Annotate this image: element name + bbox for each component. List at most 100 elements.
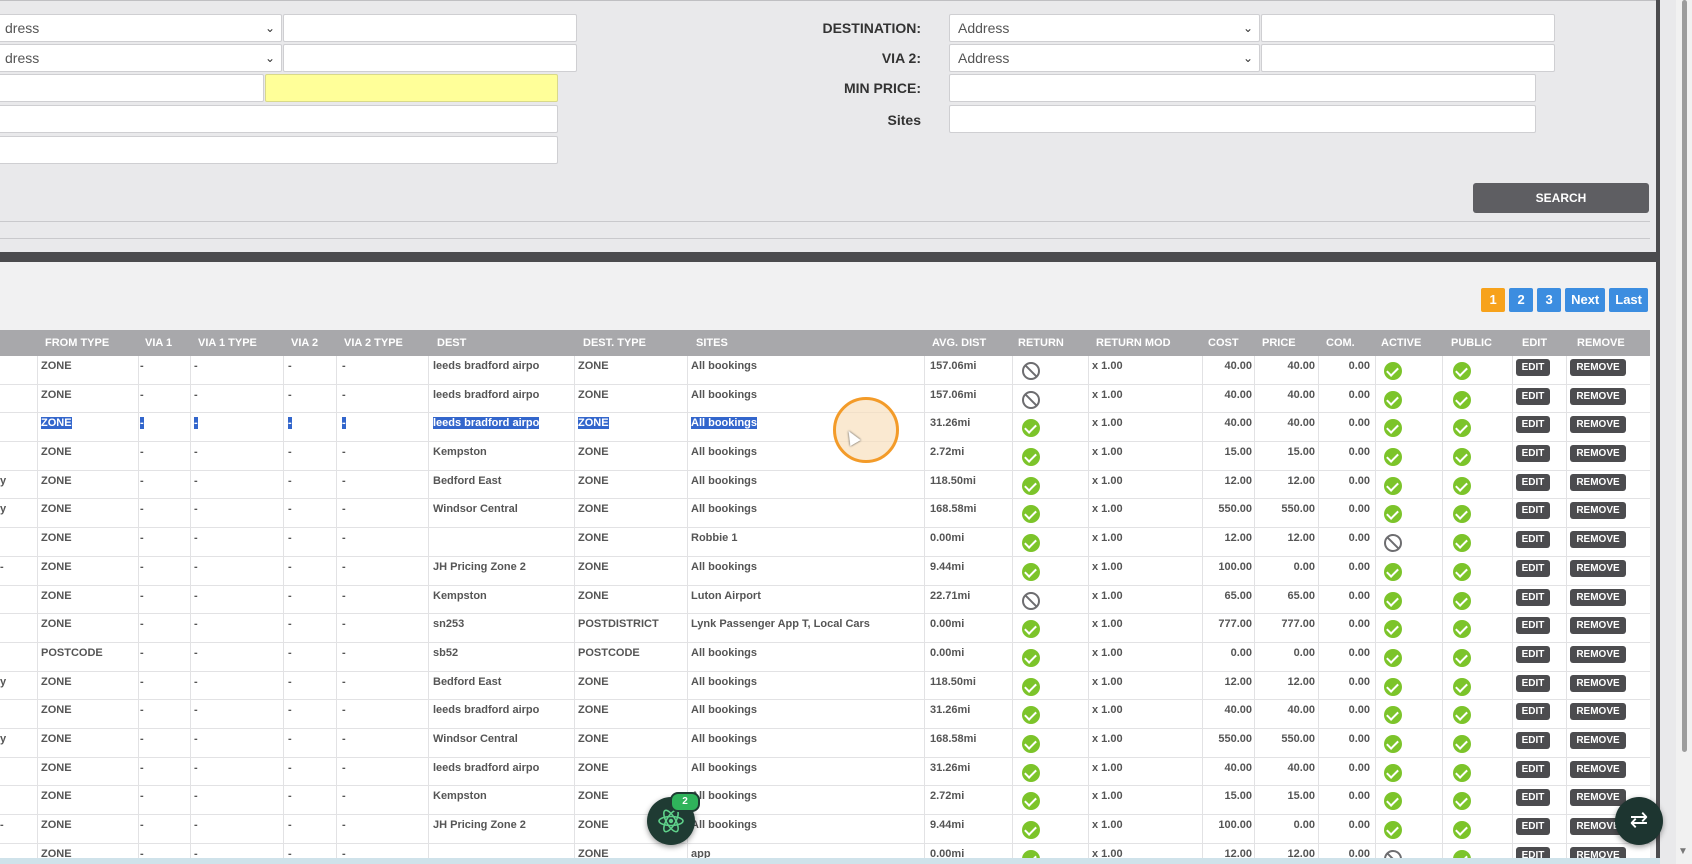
edit-button[interactable]: EDIT xyxy=(1516,559,1550,577)
edit-button[interactable]: EDIT xyxy=(1516,588,1550,606)
table-row[interactable]: ZONE - - - - leeds bradford airpo ZONE All book… xyxy=(0,700,1650,729)
column-header[interactable]: SITES xyxy=(696,330,728,356)
page-3-button[interactable]: 3 xyxy=(1537,288,1562,312)
check-circle-icon[interactable] xyxy=(1022,677,1040,696)
sites-input[interactable] xyxy=(949,105,1536,133)
column-header[interactable]: DEST xyxy=(437,330,466,356)
blocked-icon[interactable] xyxy=(1022,362,1040,380)
table-row[interactable]: ZONE - - - - sn253 POSTDISTRICT Lynk Passenger … xyxy=(0,614,1650,643)
check-circle-icon[interactable] xyxy=(1022,419,1040,438)
remove-button[interactable]: REMOVE xyxy=(1570,703,1626,721)
check-circle-icon[interactable] xyxy=(1022,734,1040,753)
table-row[interactable]: ZONE - - - - leeds bradford airpo ZONE All book… xyxy=(0,757,1650,787)
check-circle-icon[interactable] xyxy=(1453,620,1471,639)
check-circle-icon[interactable] xyxy=(1453,448,1471,467)
check-circle-icon[interactable] xyxy=(1453,821,1471,839)
check-circle-icon[interactable] xyxy=(1384,362,1402,380)
table-row[interactable]: ZONE - - - - Kempston ZONE All bookings 2.72mi x … xyxy=(0,786,1650,815)
remove-button[interactable]: REMOVE xyxy=(1570,416,1626,434)
check-circle-icon[interactable] xyxy=(1453,362,1471,380)
check-circle-icon[interactable] xyxy=(1453,505,1471,524)
table-row[interactable]: - ZONE - - - - JH Pricing Zone 2 ZONE All bookin… xyxy=(0,815,1650,844)
via1-address-select[interactable]: dress ⌄ xyxy=(0,44,282,72)
check-circle-icon[interactable] xyxy=(1453,792,1471,811)
check-circle-icon[interactable] xyxy=(1384,792,1402,811)
edit-button[interactable]: EDIT xyxy=(1516,731,1550,749)
search-button[interactable]: SEARCH xyxy=(1473,183,1649,213)
remove-button[interactable]: REMOVE xyxy=(1570,387,1626,405)
check-circle-icon[interactable] xyxy=(1453,734,1471,753)
table-row[interactable]: ZONE - - - - leeds bradford airpo ZONE All book… xyxy=(0,413,1650,443)
column-header[interactable]: COST xyxy=(1208,330,1239,356)
edit-button[interactable]: EDIT xyxy=(1516,416,1550,434)
table-row[interactable]: POSTCODE - - - - sb52 POSTCODE All bookings 0.00… xyxy=(0,642,1650,672)
column-header[interactable]: VIA 2 TYPE xyxy=(344,330,403,356)
remove-button[interactable]: REMOVE xyxy=(1570,531,1626,549)
edit-button[interactable]: EDIT xyxy=(1516,502,1550,520)
last-page-button[interactable]: Last xyxy=(1609,288,1648,312)
check-circle-icon[interactable] xyxy=(1384,734,1402,753)
check-circle-icon[interactable] xyxy=(1022,562,1040,581)
column-header[interactable]: PRICE xyxy=(1262,330,1296,356)
edit-button[interactable]: EDIT xyxy=(1516,617,1550,635)
left-field-3[interactable] xyxy=(0,74,264,102)
check-circle-icon[interactable] xyxy=(1022,476,1040,495)
blocked-icon[interactable] xyxy=(1022,591,1040,610)
remove-button[interactable]: REMOVE xyxy=(1570,674,1626,692)
check-circle-icon[interactable] xyxy=(1384,505,1402,524)
next-page-button[interactable]: Next xyxy=(1565,288,1606,312)
check-circle-icon[interactable] xyxy=(1384,476,1402,495)
destination-input[interactable] xyxy=(1261,14,1555,42)
left-field-5[interactable] xyxy=(0,136,558,164)
edit-button[interactable]: EDIT xyxy=(1516,645,1550,663)
check-circle-icon[interactable] xyxy=(1022,505,1040,524)
check-circle-icon[interactable] xyxy=(1384,763,1402,782)
check-circle-icon[interactable] xyxy=(1453,648,1471,667)
remove-button[interactable]: REMOVE xyxy=(1570,359,1626,376)
blocked-icon[interactable] xyxy=(1022,390,1040,409)
remove-button[interactable]: REMOVE xyxy=(1570,559,1626,577)
column-header[interactable]: AVG. DIST xyxy=(932,330,986,356)
check-circle-icon[interactable] xyxy=(1453,419,1471,438)
page-2-button[interactable]: 2 xyxy=(1509,288,1534,312)
edit-button[interactable]: EDIT xyxy=(1516,445,1550,463)
edit-button[interactable]: EDIT xyxy=(1516,387,1550,405)
check-circle-icon[interactable] xyxy=(1384,562,1402,581)
horizontal-scrollbar[interactable] xyxy=(0,858,1660,864)
edit-button[interactable]: EDIT xyxy=(1516,818,1550,835)
table-row[interactable]: y ZONE - - - - Bedford East ZONE All bookings 118… xyxy=(0,671,1650,701)
check-circle-icon[interactable] xyxy=(1022,821,1040,839)
min-price-input[interactable] xyxy=(949,74,1536,102)
column-header[interactable]: VIA 1 TYPE xyxy=(198,330,257,356)
remove-button[interactable]: REMOVE xyxy=(1570,445,1626,463)
table-row[interactable]: ZONE - - - - ZONE Robbie 1 0.00mi x 1.00 12.00 12.… xyxy=(0,528,1650,557)
table-row[interactable]: ZONE - - - - leeds bradford airpo ZONE All book… xyxy=(0,384,1650,414)
via1-address-input[interactable] xyxy=(283,44,577,72)
check-circle-icon[interactable] xyxy=(1384,821,1402,839)
check-circle-icon[interactable] xyxy=(1453,706,1471,725)
remove-button[interactable]: REMOVE xyxy=(1570,789,1626,807)
scrollbar-thumb[interactable] xyxy=(1682,0,1687,752)
from-address-input[interactable] xyxy=(283,14,577,42)
check-circle-icon[interactable] xyxy=(1453,763,1471,782)
check-circle-icon[interactable] xyxy=(1384,677,1402,696)
column-header[interactable]: PUBLIC xyxy=(1451,330,1492,356)
check-circle-icon[interactable] xyxy=(1384,620,1402,639)
column-header[interactable]: VIA 1 xyxy=(145,330,172,356)
table-row[interactable]: y ZONE - - - - Bedford East ZONE All bookings 118… xyxy=(0,470,1650,500)
remove-button[interactable]: REMOVE xyxy=(1570,473,1626,491)
check-circle-icon[interactable] xyxy=(1384,448,1402,467)
check-circle-icon[interactable] xyxy=(1022,448,1040,467)
column-header[interactable]: COM. xyxy=(1326,330,1355,356)
check-circle-icon[interactable] xyxy=(1384,706,1402,725)
destination-select[interactable]: Address ⌄ xyxy=(949,14,1260,42)
check-circle-icon[interactable] xyxy=(1453,591,1471,610)
left-field-4[interactable] xyxy=(0,105,558,133)
column-header[interactable]: FROM TYPE xyxy=(45,330,109,356)
check-circle-icon[interactable] xyxy=(1453,562,1471,581)
edit-button[interactable]: EDIT xyxy=(1516,473,1550,491)
table-row[interactable]: ZONE - - - - Kempston ZONE All bookings 2.72mi x … xyxy=(0,442,1650,471)
check-circle-icon[interactable] xyxy=(1453,390,1471,409)
column-header[interactable]: ACTIVE xyxy=(1381,330,1421,356)
scroll-down-icon[interactable]: ▼ xyxy=(1678,846,1688,857)
